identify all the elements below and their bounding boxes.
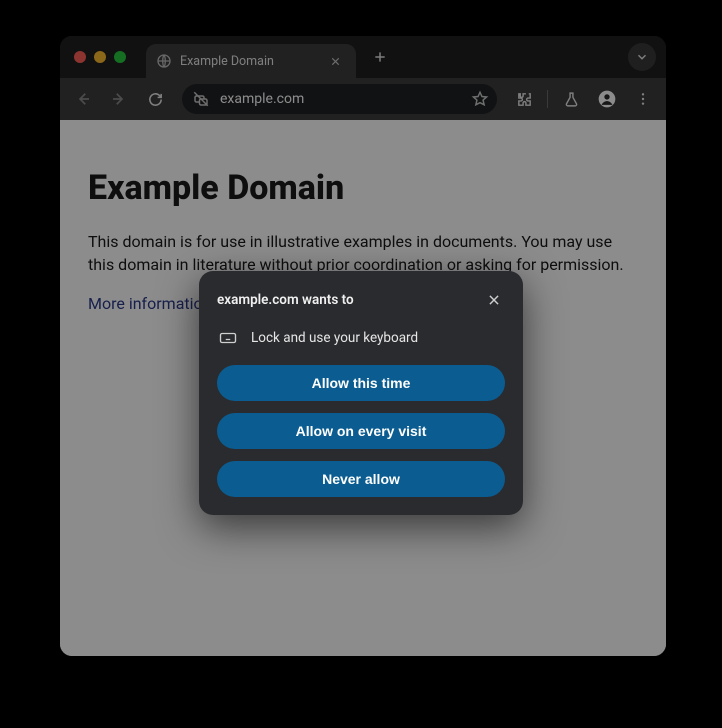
- keyboard-icon: [219, 329, 237, 347]
- flask-icon: [563, 91, 580, 108]
- tab-title: Example Domain: [180, 54, 318, 69]
- toolbar-divider: [547, 90, 548, 108]
- permission-dialog: example.com wants to Lock and use your k…: [199, 271, 523, 515]
- menu-button[interactable]: [628, 84, 658, 114]
- arrow-left-icon: [74, 90, 92, 108]
- never-allow-button[interactable]: Never allow: [217, 461, 505, 497]
- dialog-header: example.com wants to: [217, 289, 505, 311]
- titlebar: Example Domain: [60, 36, 666, 78]
- tab-overflow-button[interactable]: [628, 43, 656, 71]
- tab-strip: Example Domain: [146, 36, 666, 78]
- permission-request-row: Lock and use your keyboard: [217, 329, 505, 347]
- browser-tab[interactable]: Example Domain: [146, 44, 356, 78]
- globe-icon: [156, 53, 172, 69]
- puzzle-icon: [516, 91, 533, 108]
- new-tab-button[interactable]: [366, 43, 394, 71]
- reload-icon: [147, 91, 164, 108]
- dialog-close-button[interactable]: [483, 289, 505, 311]
- profile-icon: [597, 89, 617, 109]
- star-icon: [471, 90, 489, 108]
- profile-button[interactable]: [592, 84, 622, 114]
- page-heading: Example Domain: [88, 168, 638, 208]
- labs-button[interactable]: [556, 84, 586, 114]
- more-vertical-icon: [635, 91, 651, 107]
- window-maximize-button[interactable]: [114, 51, 126, 63]
- window-close-button[interactable]: [74, 51, 86, 63]
- close-icon: [487, 293, 501, 307]
- dialog-title: example.com wants to: [217, 292, 354, 308]
- arrow-right-icon: [110, 90, 128, 108]
- page-paragraph: This domain is for use in illustrative e…: [88, 230, 638, 276]
- url-text: example.com: [220, 91, 461, 107]
- dialog-actions: Allow this time Allow on every visit Nev…: [217, 365, 505, 497]
- window-controls: [74, 51, 126, 63]
- forward-button[interactable]: [104, 84, 134, 114]
- window-minimize-button[interactable]: [94, 51, 106, 63]
- address-bar[interactable]: example.com: [182, 84, 497, 114]
- chevron-down-icon: [635, 50, 649, 64]
- bookmark-button[interactable]: [471, 90, 489, 108]
- extensions-button[interactable]: [509, 84, 539, 114]
- toolbar: example.com: [60, 78, 666, 120]
- plus-icon: [373, 50, 387, 64]
- tab-close-button[interactable]: [326, 52, 344, 70]
- reload-button[interactable]: [140, 84, 170, 114]
- permission-request-text: Lock and use your keyboard: [251, 330, 418, 346]
- allow-once-button[interactable]: Allow this time: [217, 365, 505, 401]
- back-button[interactable]: [68, 84, 98, 114]
- allow-every-visit-button[interactable]: Allow on every visit: [217, 413, 505, 449]
- close-icon: [330, 56, 341, 67]
- site-settings-icon[interactable]: [192, 90, 210, 108]
